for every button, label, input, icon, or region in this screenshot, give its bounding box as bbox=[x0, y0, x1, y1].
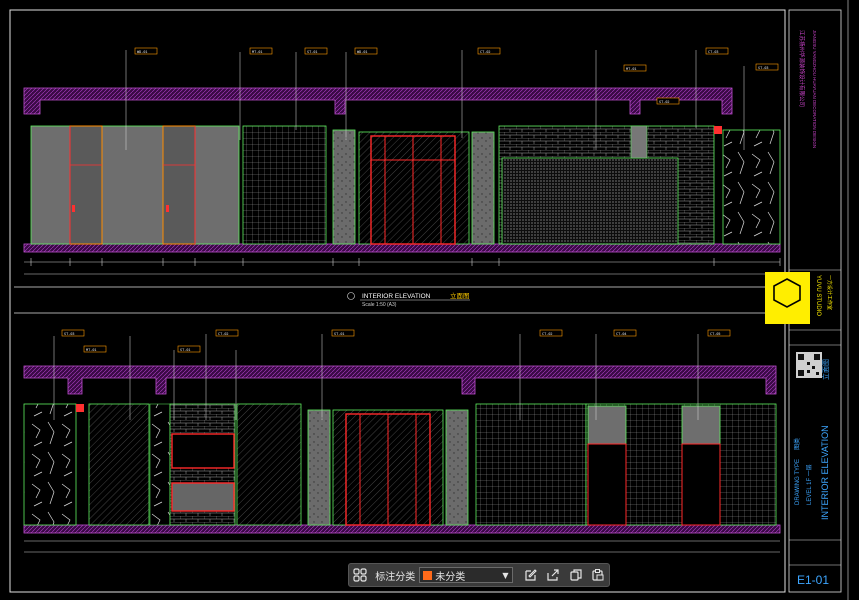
niche-panel bbox=[171, 482, 235, 512]
svg-text:MT-01: MT-01 bbox=[86, 348, 97, 352]
vertical-title-cn: 立面图 bbox=[821, 359, 830, 380]
annotation-toolbar: 标注分类 未分类 ▼ bbox=[348, 563, 610, 587]
svg-text:CT-02: CT-02 bbox=[480, 50, 491, 54]
floor-band bbox=[23, 524, 781, 534]
svg-text:CT-02: CT-02 bbox=[542, 332, 553, 336]
wall-panel bbox=[88, 403, 150, 526]
svg-text:ST-03: ST-03 bbox=[758, 66, 769, 70]
cad-drawing-canvas[interactable]: WD-01 MT-01 ST-01 WD-01 CT-02 CT-03 MT-01 ST-… bbox=[0, 0, 859, 600]
feature-panel bbox=[501, 157, 679, 245]
firm-name-cn: 江苏扬州华源装饰设计有限公司 bbox=[798, 30, 806, 107]
door-leaf bbox=[162, 125, 196, 245]
floor-band bbox=[23, 243, 781, 253]
marble-panel bbox=[23, 403, 77, 526]
stone-pillar bbox=[307, 409, 331, 526]
copy-icon bbox=[570, 569, 582, 581]
wall-panel bbox=[236, 403, 302, 526]
marble-panel bbox=[722, 129, 781, 245]
paste-button[interactable] bbox=[587, 564, 609, 586]
svg-text:ST-01: ST-01 bbox=[180, 348, 191, 352]
lower-elevation: ST-03 MT-01 ST-01 CT-02 ST-01 CT-02 CT-04 CT-… bbox=[23, 329, 781, 553]
studio-name-cn: 一方设计工作室 bbox=[826, 275, 833, 310]
stone-pillar bbox=[471, 131, 495, 245]
svg-text:CT-04: CT-04 bbox=[616, 332, 627, 336]
svg-text:ST-01: ST-01 bbox=[307, 50, 318, 54]
stone-pillar bbox=[332, 129, 356, 245]
door-opening bbox=[587, 443, 627, 526]
sheet-number: E1-01 bbox=[797, 573, 829, 587]
grid-icon bbox=[353, 568, 367, 582]
svg-text:CT-05: CT-05 bbox=[710, 332, 721, 336]
paste-icon bbox=[592, 569, 604, 581]
title-block: YUVU STUDIO 一方设计工作室 江苏扬州华源装饰设计有限公司 JIANG… bbox=[765, 9, 842, 593]
door-leaf bbox=[69, 125, 103, 245]
door-opening bbox=[681, 443, 721, 526]
tile-wall bbox=[475, 403, 587, 526]
edit-button[interactable] bbox=[520, 564, 542, 586]
upper-title-block: INTERIOR ELEVATION 立面图 Scale 1:50 (A3) bbox=[347, 291, 470, 308]
ceiling-band bbox=[23, 365, 777, 395]
category-select[interactable]: 未分类 ▼ bbox=[419, 567, 513, 583]
niche-panel bbox=[171, 433, 235, 469]
svg-text:CT-03: CT-03 bbox=[708, 50, 719, 54]
vertical-title: INTERIOR ELEVATION bbox=[820, 425, 830, 520]
studio-name: YUVU STUDIO bbox=[815, 275, 821, 316]
edit-icon bbox=[525, 569, 537, 581]
export-icon bbox=[547, 569, 559, 581]
drawing-type-cn: 图类 bbox=[793, 438, 801, 450]
title-marker-icon bbox=[347, 292, 355, 300]
svg-text:ST-02: ST-02 bbox=[659, 100, 670, 104]
callout-label: WD-01 bbox=[137, 50, 148, 54]
upper-title: INTERIOR ELEVATION bbox=[362, 293, 431, 300]
category-value: 未分类 bbox=[435, 571, 466, 583]
drawing-type-label: DRAWING TYPE bbox=[795, 459, 801, 505]
copy-button[interactable] bbox=[564, 564, 586, 586]
wall-panel bbox=[30, 125, 240, 245]
svg-text:MT-01: MT-01 bbox=[626, 67, 637, 71]
svg-text:CT-02: CT-02 bbox=[218, 332, 229, 336]
export-button[interactable] bbox=[542, 564, 564, 586]
svg-text:ST-01: ST-01 bbox=[334, 332, 345, 336]
stone-pillar bbox=[445, 409, 469, 526]
firm-name-en: JIANGSU YANGZHOU HUAYUAN DECORATION DESI… bbox=[812, 30, 817, 148]
category-color-swatch bbox=[423, 570, 433, 580]
svg-text:MT-01: MT-01 bbox=[252, 50, 263, 54]
glass-door-frame bbox=[358, 131, 470, 245]
ceiling-band bbox=[23, 87, 733, 115]
grid-button[interactable] bbox=[349, 564, 371, 586]
svg-text:ST-03: ST-03 bbox=[64, 332, 75, 336]
upper-scale: Scale 1:50 (A3) bbox=[362, 302, 397, 308]
upper-title-cn: 立面图 bbox=[450, 291, 470, 300]
upper-elevation: WD-01 MT-01 ST-01 WD-01 CT-02 CT-03 MT-01 ST-… bbox=[23, 47, 781, 275]
caret-down-icon: ▼ bbox=[502, 570, 509, 580]
category-label: 标注分类 bbox=[375, 571, 416, 583]
tile-wall bbox=[242, 125, 327, 245]
level-label: LEVEL 1F 一层 bbox=[806, 464, 813, 505]
svg-text:WD-01: WD-01 bbox=[357, 50, 368, 54]
